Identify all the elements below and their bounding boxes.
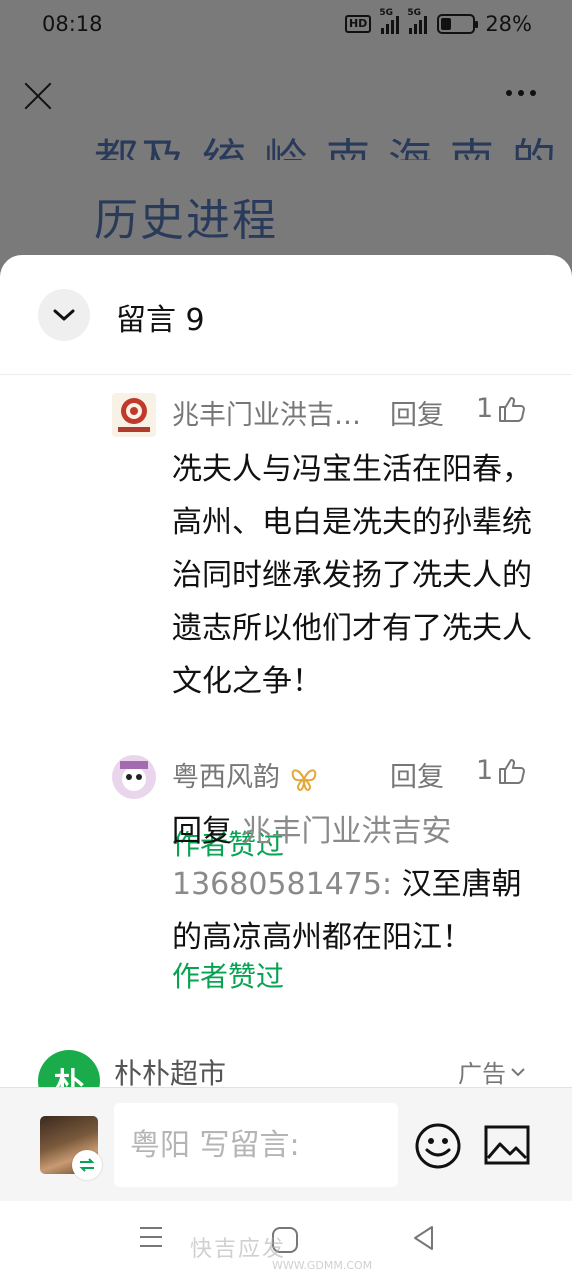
- avatar[interactable]: [112, 393, 156, 437]
- comment-author[interactable]: 粤西风韵: [172, 755, 319, 794]
- more-options-icon[interactable]: [506, 90, 536, 96]
- battery-fill: [441, 18, 451, 30]
- ad-tag[interactable]: 广告: [458, 1054, 526, 1089]
- status-bar: 08:18 HD 5G 5G 28%: [0, 0, 572, 52]
- like-count: 1: [476, 755, 494, 786]
- image-icon[interactable]: [484, 1124, 530, 1166]
- comments-title: 留言 9: [116, 303, 205, 338]
- comment-text: 回复 兆丰门业洪吉安13680581475: 汉至唐朝的高凉高州都在阳江！: [172, 805, 532, 964]
- article-heading: 历史进程: [94, 195, 278, 246]
- signal-label-2: 5G: [407, 8, 421, 18]
- comment-author-text: 粤西风韵: [172, 762, 280, 793]
- comments-sheet: 留言 9 兆丰门业洪吉… 回复 1 冼夫人与冯宝生活在阳春，高州、电白是冼夫的孙…: [0, 255, 572, 1280]
- chevron-down-icon: [53, 309, 75, 321]
- battery-percent: 28%: [485, 12, 532, 36]
- reply-button[interactable]: 回复: [390, 393, 444, 432]
- ad-name: 朴朴超市: [114, 1057, 227, 1090]
- like-button[interactable]: 1: [476, 393, 527, 424]
- collapse-button[interactable]: [38, 289, 90, 341]
- hd-badge-icon: HD: [344, 15, 372, 33]
- reply-button[interactable]: 回复: [390, 755, 444, 794]
- butterfly-icon: [291, 768, 316, 791]
- comments-header: 留言 9: [0, 255, 572, 375]
- system-nav-bar: 快吉应发 WWW.GDMM.COM: [0, 1201, 572, 1280]
- signal-label: 5G: [379, 8, 393, 18]
- emoji-icon[interactable]: [414, 1122, 462, 1170]
- signal-icon: 5G: [379, 8, 400, 34]
- watermark-url: WWW.GDMM.COM: [272, 1259, 373, 1272]
- comment-input-bar: [0, 1087, 572, 1201]
- article-heading-partial-text: 都及 统 岭 南 海 南 的: [94, 135, 558, 160]
- ad-row[interactable]: 朴 朴朴超市 广告: [38, 1050, 534, 1112]
- papercut-avatar-icon: [112, 393, 156, 437]
- signal-icon-2: 5G: [407, 8, 428, 34]
- ad-tag-label: 广告: [458, 1060, 506, 1088]
- like-count: 1: [476, 393, 494, 424]
- battery-icon: [437, 14, 479, 34]
- like-button[interactable]: 1: [476, 755, 527, 786]
- comment-author[interactable]: 兆丰门业洪吉…: [172, 393, 361, 432]
- avatar[interactable]: [112, 755, 156, 799]
- comment-input[interactable]: [114, 1103, 398, 1187]
- reply-prefix: 回复: [172, 814, 242, 849]
- menu-icon[interactable]: [140, 1227, 162, 1254]
- chevron-down-icon: [511, 1067, 525, 1076]
- back-icon[interactable]: [412, 1225, 434, 1251]
- comment-text: 冼夫人与冯宝生活在阳春，高州、电白是冼夫的孙辈统治同时继承发扬了冼夫人的遗志所以…: [172, 452, 532, 699]
- cartoon-avatar-icon: [112, 755, 156, 799]
- thumbs-up-icon: [499, 396, 526, 422]
- close-icon[interactable]: [22, 80, 54, 112]
- author-liked-label: 作者赞过: [172, 960, 285, 993]
- status-time: 08:18: [42, 12, 103, 36]
- article-heading-partial: 都及 统 岭 南 海 南 的: [94, 112, 558, 160]
- status-icons: HD 5G 5G 28%: [344, 8, 532, 36]
- switch-account-icon[interactable]: [72, 1150, 102, 1180]
- thumbs-up-icon: [499, 758, 526, 784]
